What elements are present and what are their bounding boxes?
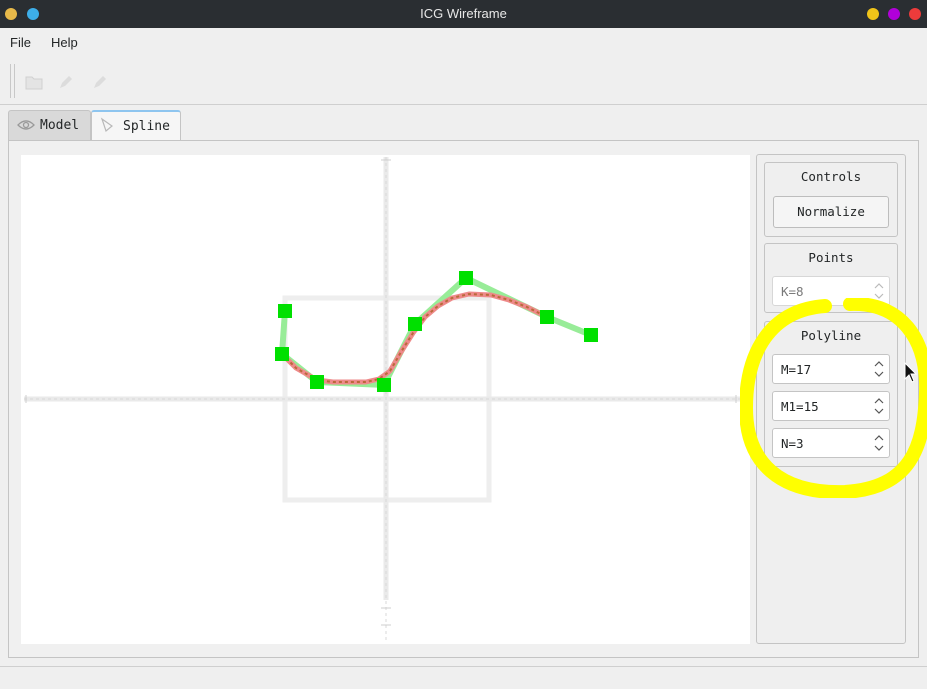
control-point[interactable] — [278, 304, 292, 318]
minimize-icon[interactable] — [867, 8, 879, 20]
tab-model[interactable]: Model — [8, 110, 91, 140]
n-spinbox[interactable]: N=3 — [772, 428, 890, 458]
controls-title: Controls — [800, 169, 862, 184]
spin-arrows-icon[interactable] — [873, 358, 885, 380]
edit-pencil-icon[interactable] — [90, 72, 110, 92]
window-title: ICG Wireframe — [420, 6, 507, 21]
title-bar: ICG Wireframe — [0, 0, 927, 28]
control-point[interactable] — [459, 271, 473, 285]
eye-icon — [17, 120, 35, 130]
close-icon[interactable] — [909, 8, 921, 20]
maximize-icon[interactable] — [888, 8, 900, 20]
tab-spline[interactable]: Spline — [91, 110, 181, 140]
control-point[interactable] — [540, 310, 554, 324]
edit-pencil-icon[interactable] — [56, 72, 76, 92]
polyline-title: Polyline — [800, 328, 862, 343]
m1-spinbox[interactable]: M1=15 — [772, 391, 890, 421]
spline-curve — [280, 291, 549, 385]
control-point[interactable] — [377, 378, 391, 392]
m1-value: M1=15 — [781, 399, 819, 414]
tab-model-label: Model — [40, 118, 80, 133]
control-point[interactable] — [584, 328, 598, 342]
menu-file[interactable]: File — [10, 35, 31, 50]
control-point[interactable] — [408, 317, 422, 331]
toolbar-handle[interactable] — [10, 64, 15, 98]
menu-help[interactable]: Help — [51, 35, 78, 50]
spin-arrows-icon[interactable] — [873, 280, 885, 302]
spline-canvas[interactable] — [21, 155, 750, 644]
spline-icon — [100, 117, 113, 133]
n-value: N=3 — [781, 436, 804, 451]
control-point[interactable] — [275, 347, 289, 361]
status-bar — [0, 666, 927, 689]
m-spinbox[interactable]: M=17 — [772, 354, 890, 384]
menu-bar: File Help — [0, 28, 927, 58]
spin-arrows-icon[interactable] — [873, 395, 885, 417]
control-point[interactable] — [310, 375, 324, 389]
points-title: Points — [808, 250, 854, 265]
tab-spline-label: Spline — [123, 119, 170, 134]
normalize-button[interactable]: Normalize — [773, 196, 889, 228]
k-spinbox[interactable]: K=8 — [772, 276, 890, 306]
mouse-cursor-icon — [904, 362, 918, 383]
k-value: K=8 — [781, 284, 804, 299]
spline-drawing — [24, 157, 747, 642]
m-value: M=17 — [781, 362, 812, 377]
toolbar — [0, 58, 927, 105]
spin-arrows-icon[interactable] — [873, 432, 885, 454]
open-folder-icon[interactable] — [24, 72, 44, 92]
control-polyline — [279, 275, 593, 388]
